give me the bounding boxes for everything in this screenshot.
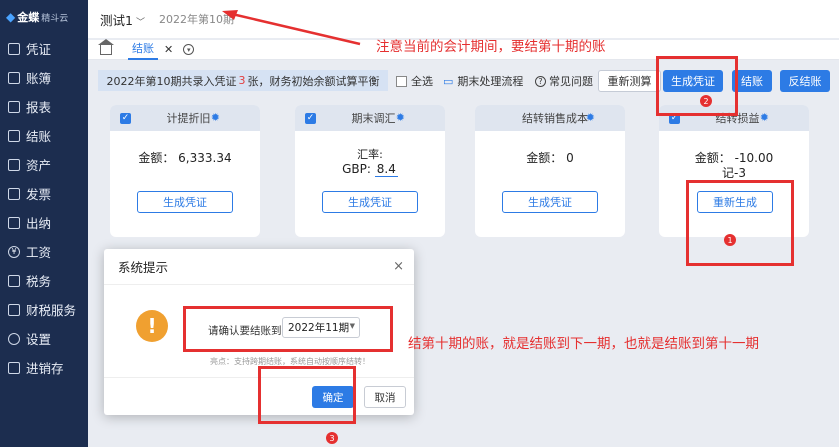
- arrowhead: [222, 10, 238, 20]
- annotation-box-generate: [656, 56, 738, 116]
- annotation-num-1: 1: [724, 234, 736, 246]
- annotation-num-2: 2: [700, 95, 712, 107]
- annotation-box-period: [183, 306, 393, 352]
- annotation-box-ok: [258, 366, 356, 424]
- annotation-note-top: 注意当前的会计期间，要结第十期的账: [376, 39, 606, 55]
- arrow-line: [231, 12, 361, 46]
- annotation-num-3: 3: [326, 432, 338, 444]
- annotation-note-mid: 结第十期的账，就是结账到下一期，也就是结账到第十一期: [408, 336, 759, 352]
- annotation-box-regenerate: [686, 180, 794, 266]
